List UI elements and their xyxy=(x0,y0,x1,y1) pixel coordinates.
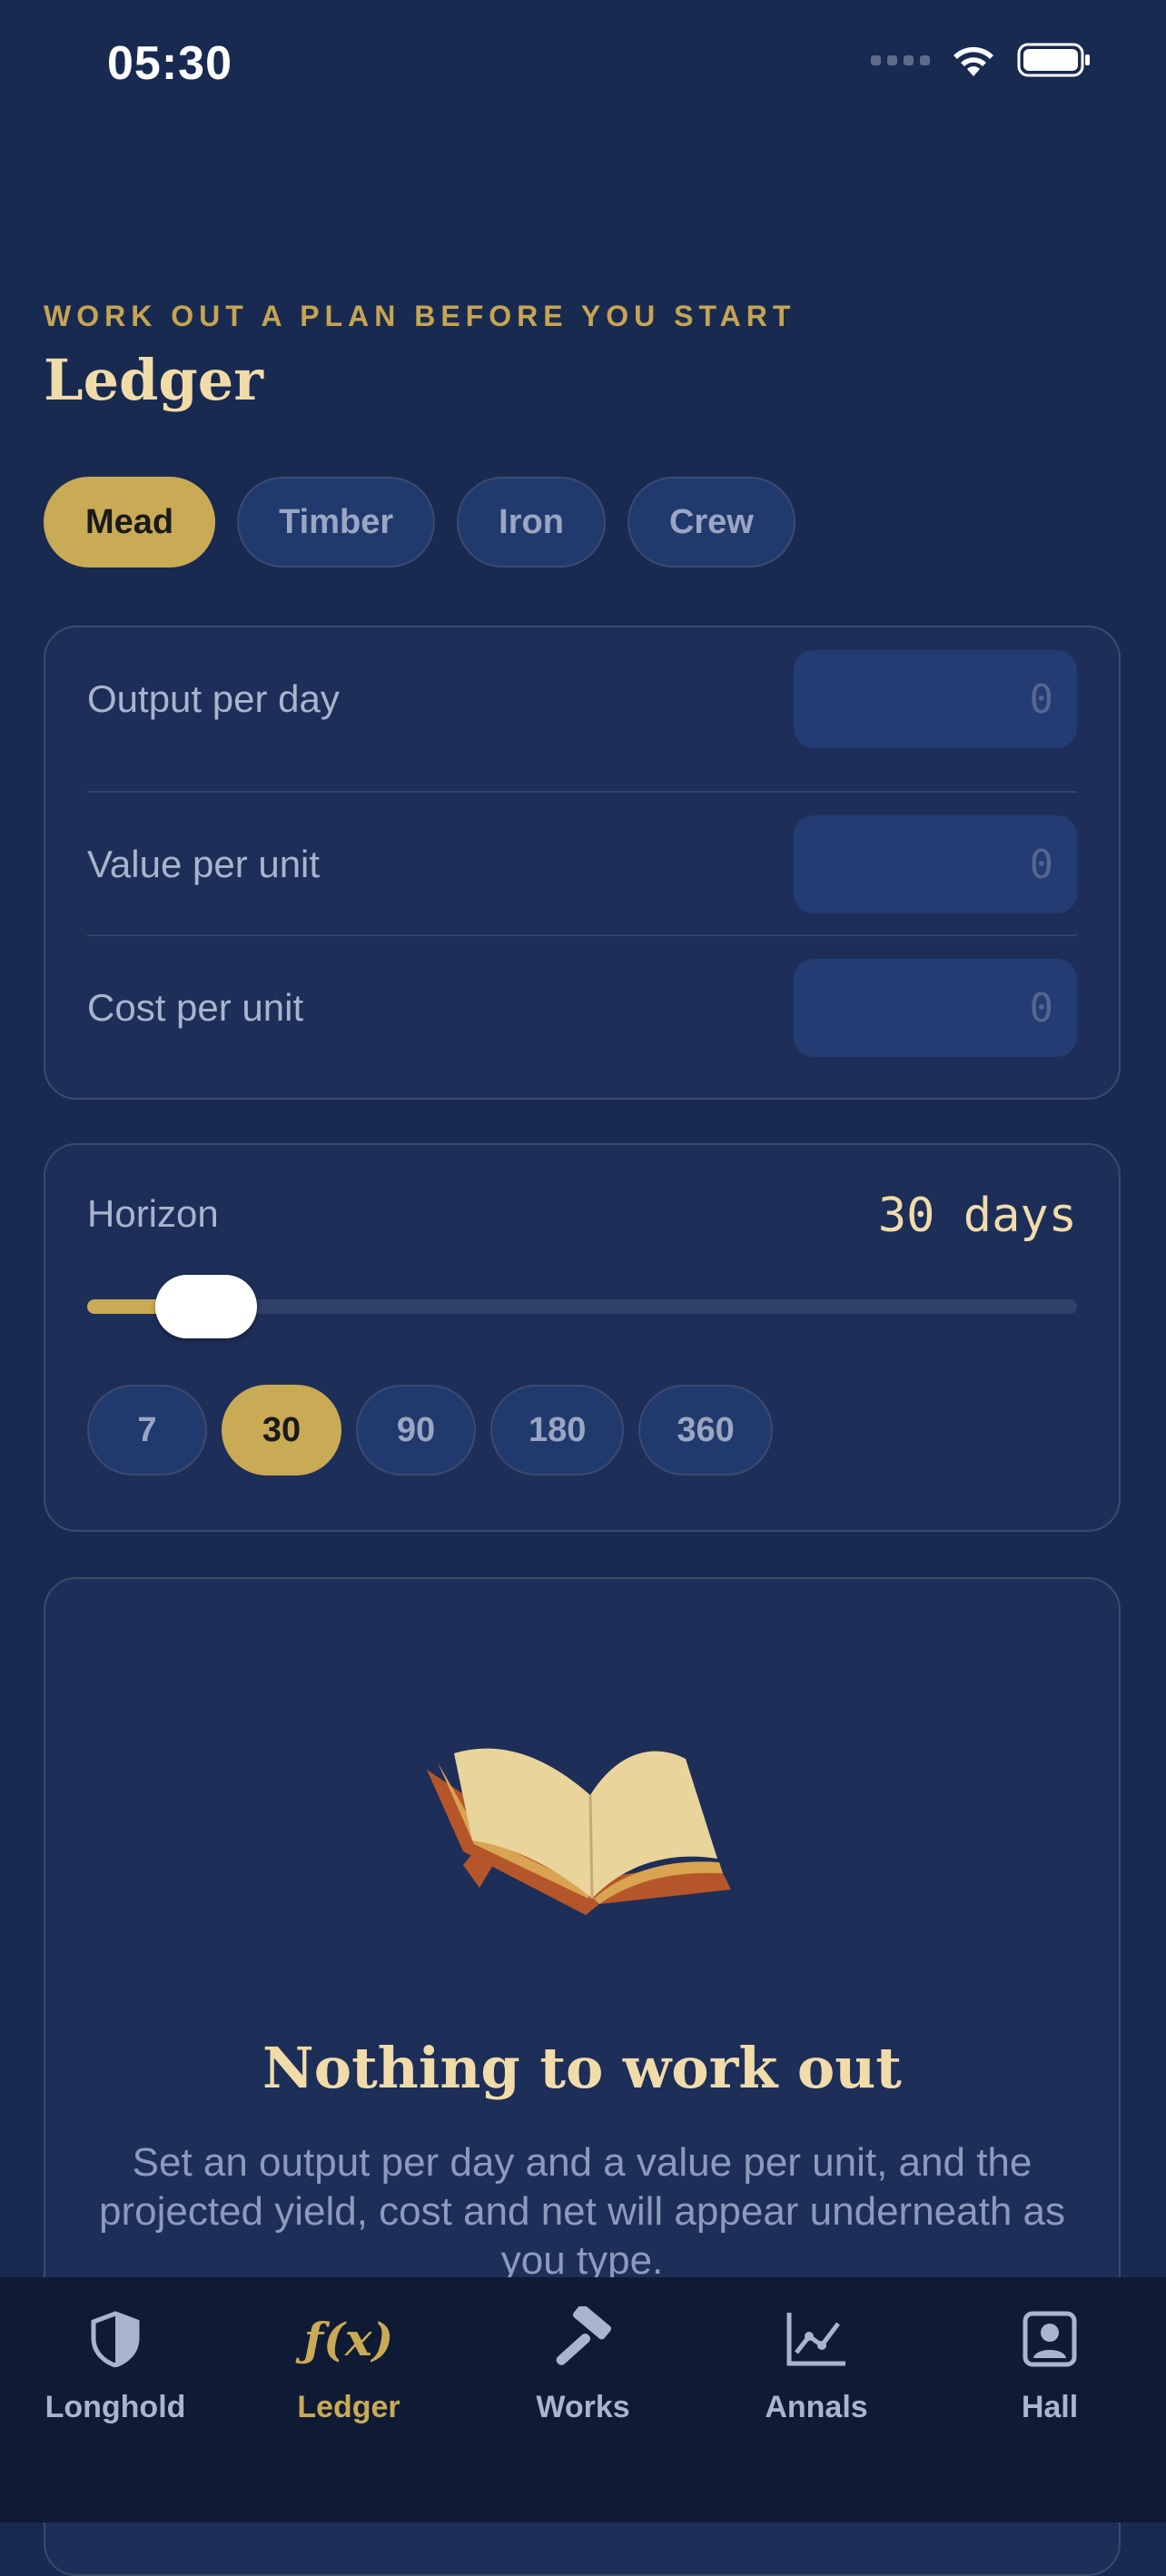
page-title: Ledger xyxy=(44,347,263,413)
tab-label: Works xyxy=(536,2390,630,2424)
horizon-label: Horizon xyxy=(87,1192,219,1235)
empty-body: Set an output per day and a value per un… xyxy=(98,2140,1065,2283)
cost-label: Cost per unit xyxy=(87,986,304,1029)
tab-bar: Longhold ƒ(x) Ledger Works Annals Hall xyxy=(0,2277,1166,2522)
chip-mead[interactable]: Mead xyxy=(44,477,216,568)
inputs-card: Output per day 0 Value per unit 0 Cost p… xyxy=(44,626,1121,1100)
status-time: 05:30 xyxy=(107,37,232,90)
status-icons xyxy=(871,42,1092,78)
value-label: Value per unit xyxy=(87,843,321,885)
horizon-card: Horizon 30 days 7 30 90 180 360 xyxy=(44,1143,1121,1532)
tab-label: Hall xyxy=(1021,2390,1079,2424)
preset-7[interactable]: 7 xyxy=(87,1385,207,1476)
open-book-icon xyxy=(427,1748,731,1915)
preset-30[interactable]: 30 xyxy=(222,1385,341,1476)
tab-ledger[interactable]: ƒ(x) Ledger xyxy=(249,2303,449,2425)
preset-180[interactable]: 180 xyxy=(490,1385,625,1476)
page-eyebrow: WORK OUT A PLAN BEFORE YOU START xyxy=(44,300,796,332)
preset-360[interactable]: 360 xyxy=(638,1385,773,1476)
cost-row: Cost per unit 0 xyxy=(87,936,1077,1080)
battery-icon xyxy=(1017,43,1090,77)
status-bar: 05:30 xyxy=(0,0,1166,136)
horizon-value: 30 days xyxy=(877,1189,1077,1243)
tab-label: Longhold xyxy=(44,2390,186,2424)
tab-annals[interactable]: Annals xyxy=(716,2303,916,2425)
empty-title: Nothing to work out xyxy=(262,2035,902,2101)
value-row: Value per unit 0 xyxy=(87,793,1077,936)
tab-label: Annals xyxy=(765,2390,868,2424)
resource-chips: Mead Timber Iron Crew xyxy=(44,477,795,568)
output-label: Output per day xyxy=(87,677,340,720)
tab-hall[interactable]: Hall xyxy=(950,2303,1150,2425)
preset-90[interactable]: 90 xyxy=(356,1385,476,1476)
tab-longhold[interactable]: Longhold xyxy=(15,2303,215,2425)
cellular-signal-icon xyxy=(871,54,930,65)
wifi-icon xyxy=(954,46,993,76)
tab-label: Ledger xyxy=(297,2390,400,2424)
cost-field[interactable]: 0 xyxy=(794,959,1077,1057)
hammer-icon xyxy=(556,2306,612,2365)
person-icon xyxy=(1023,2311,1077,2367)
shield-icon xyxy=(91,2311,140,2367)
function-icon: ƒ(x) xyxy=(303,2312,394,2366)
chip-timber[interactable]: Timber xyxy=(237,477,436,568)
output-row: Output per day 0 xyxy=(87,627,1077,771)
horizon-slider-thumb[interactable] xyxy=(154,1275,257,1338)
chip-iron[interactable]: Iron xyxy=(457,477,606,568)
value-field[interactable]: 0 xyxy=(794,815,1077,913)
chip-crew[interactable]: Crew xyxy=(627,477,795,568)
chart-icon xyxy=(786,2313,845,2366)
output-field[interactable]: 0 xyxy=(794,650,1077,748)
tab-works[interactable]: Works xyxy=(483,2303,683,2425)
horizon-presets: 7 30 90 180 360 xyxy=(87,1385,773,1476)
